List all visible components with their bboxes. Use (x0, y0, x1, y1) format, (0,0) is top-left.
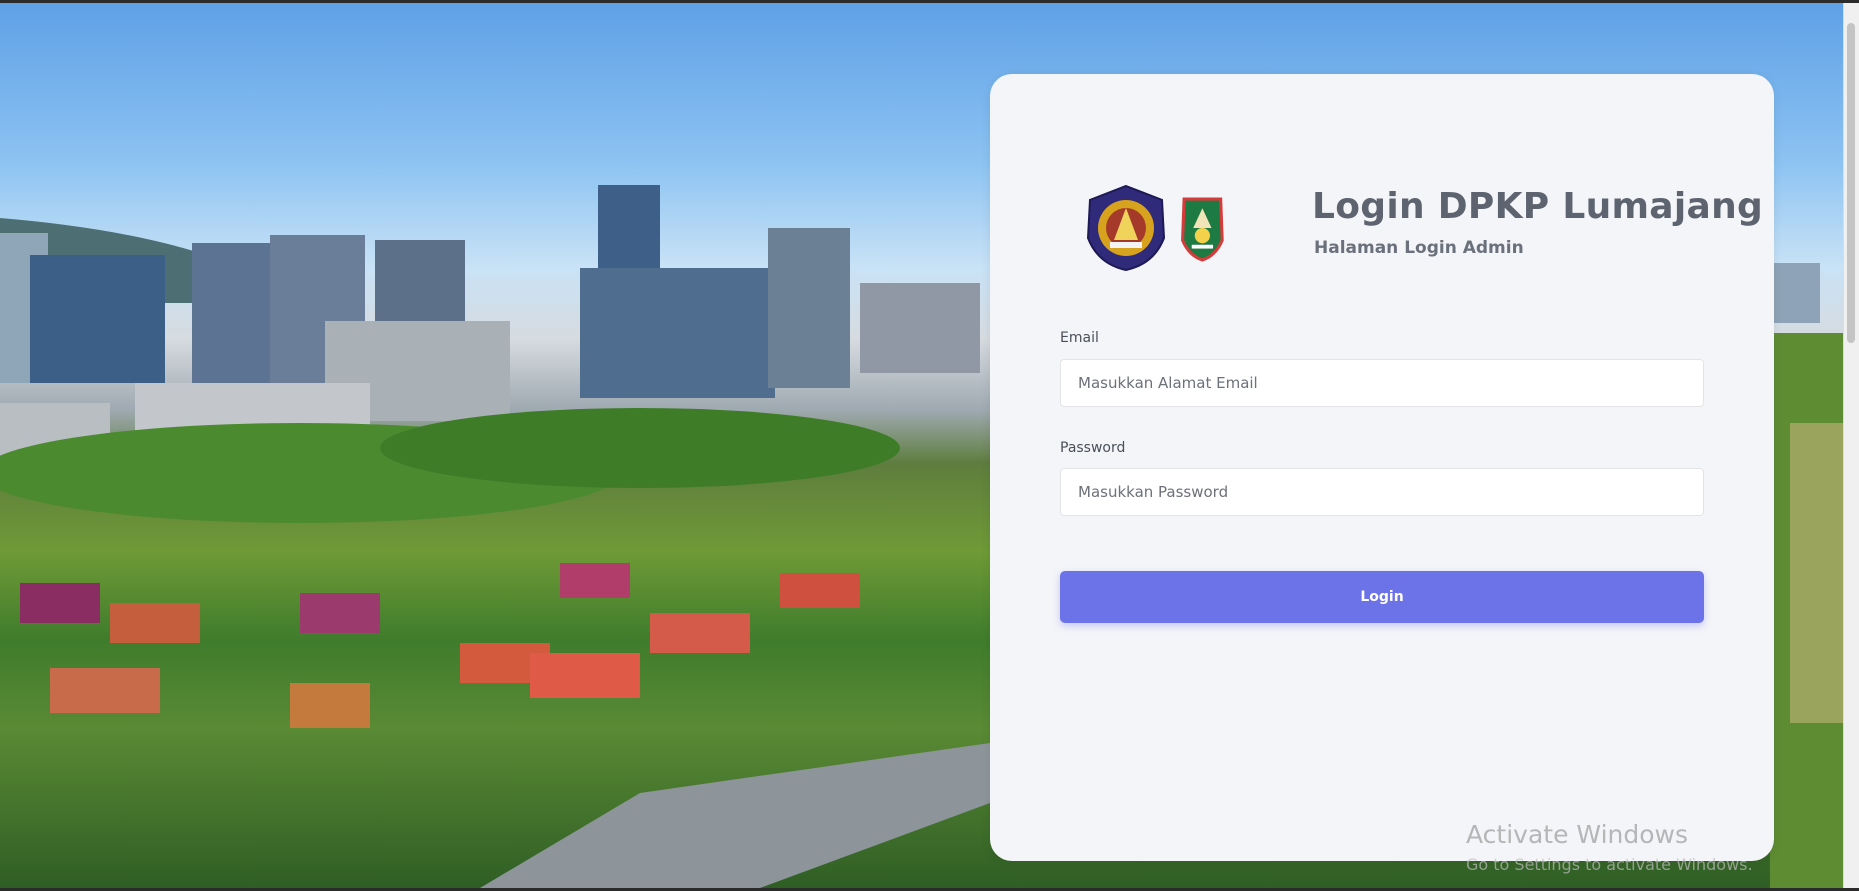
email-input[interactable] (1060, 359, 1704, 407)
login-button[interactable]: Login (1060, 571, 1704, 623)
emblem-east-java-icon (1086, 184, 1166, 272)
login-card: Login DPKP Lumajang Halaman Login Admin … (990, 74, 1774, 861)
browser-scrollbar[interactable] (1843, 3, 1859, 888)
page-subtitle: Halaman Login Admin (1314, 238, 1524, 258)
email-label: Email (1060, 330, 1099, 346)
password-label: Password (1060, 440, 1126, 456)
page-title: Login DPKP Lumajang (1312, 186, 1764, 227)
activate-windows-watermark: Activate Windows (1466, 820, 1688, 849)
password-input[interactable] (1060, 468, 1704, 516)
emblem-lumajang-icon (1181, 197, 1224, 262)
logo-group (1084, 184, 1242, 272)
activate-windows-subtext: Go to Settings to activate Windows. (1466, 855, 1753, 874)
scrollbar-thumb[interactable] (1847, 23, 1855, 343)
